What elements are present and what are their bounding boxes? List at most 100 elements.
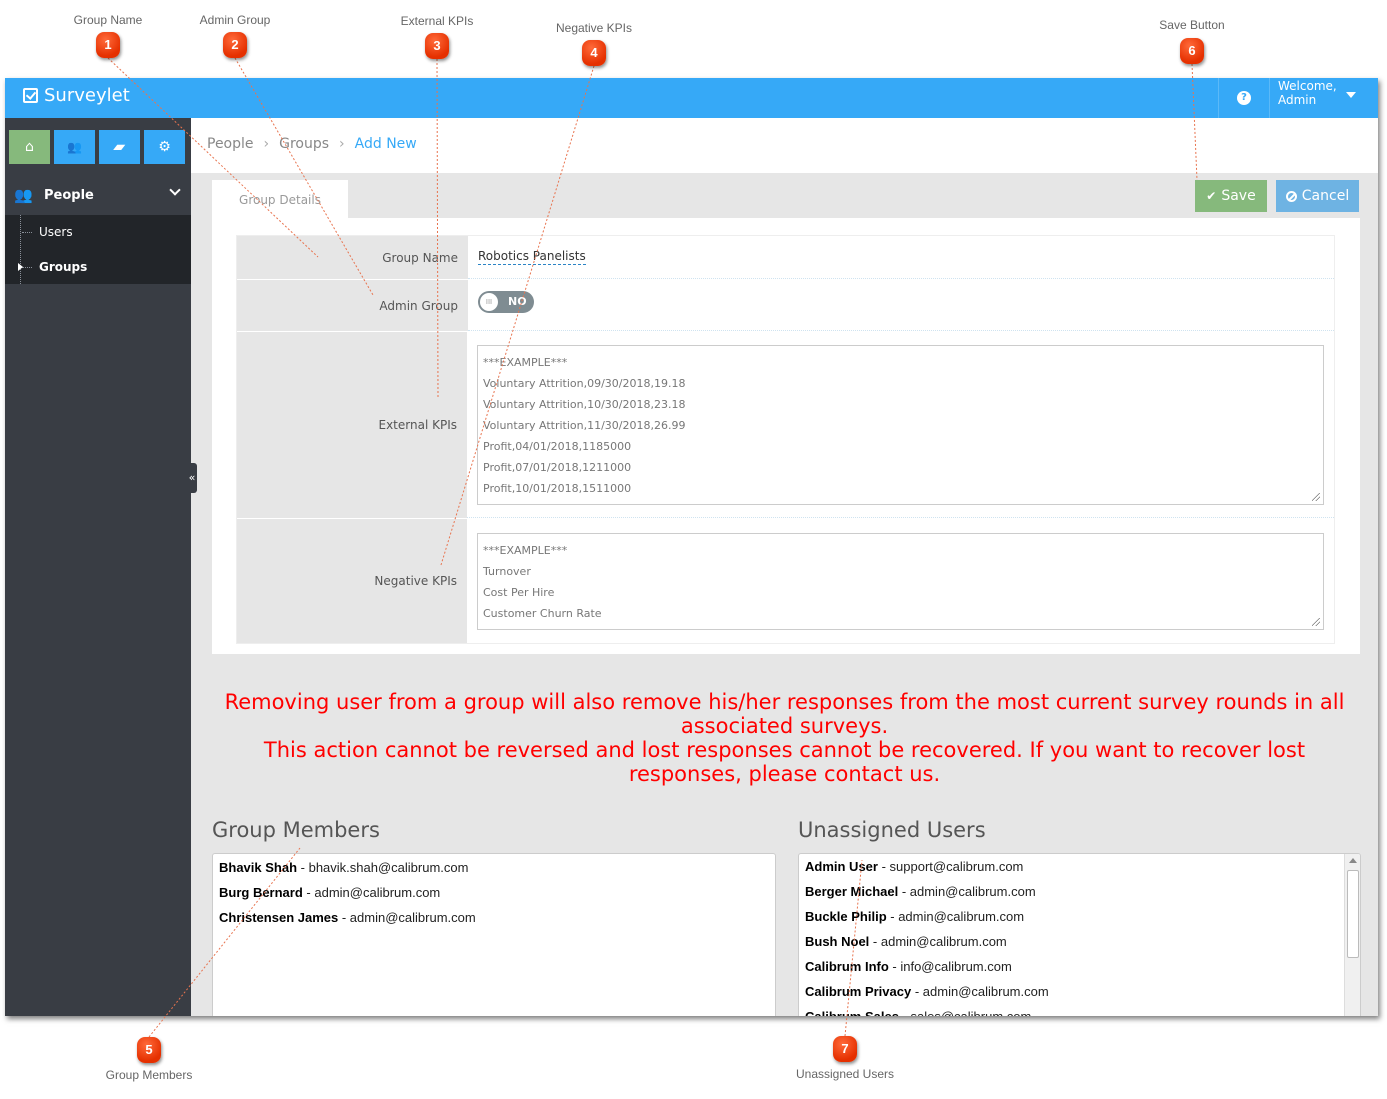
form-row-admin-group: Admin Group III NO	[237, 280, 1334, 332]
list-item[interactable]: Berger Michael - admin@calibrum.com	[799, 879, 1360, 904]
ban-icon	[1285, 190, 1297, 202]
sidebar-item-users[interactable]: Users	[5, 215, 191, 249]
user-name: Burg Bernard	[219, 885, 303, 900]
double-chevron-left-icon: «	[188, 471, 196, 484]
group-name-field[interactable]: Robotics Panelists	[478, 249, 586, 265]
resize-grip-icon[interactable]	[1312, 617, 1320, 626]
resize-grip-icon[interactable]	[1312, 492, 1320, 501]
group-name-label: Group Name	[237, 236, 468, 279]
separator: -	[899, 1009, 911, 1016]
tree-dash	[22, 231, 32, 233]
list-item[interactable]: Calibrum Sales - sales@calibrum.com	[799, 1004, 1360, 1016]
external-kpis-textarea[interactable]: ***EXAMPLE*** Voluntary Attrition,09/30/2…	[477, 344, 1324, 505]
scroll-up-arrow-icon[interactable]	[1349, 858, 1357, 863]
breadcrumb-people[interactable]: People	[207, 136, 254, 152]
callout-label-negative-kpis: Negative KPIs	[555, 21, 633, 35]
breadcrumb-current: Add New	[354, 136, 417, 152]
kpi-line: Turnover	[483, 564, 531, 578]
kpi-line: Voluntary Attrition,09/30/2018,19.18	[483, 376, 686, 390]
separator: -	[302, 885, 315, 900]
list-item[interactable]: Calibrum Info - info@calibrum.com	[799, 954, 1360, 979]
callout-badge-1: 1	[96, 32, 120, 58]
admin-group-cell: III NO	[468, 280, 1334, 331]
user-email: admin@calibrum.com	[314, 885, 441, 900]
callout-badge-3: 3	[425, 33, 449, 59]
sidebar-section-people[interactable]: 👥 People	[5, 176, 191, 214]
checkbox-logo-icon	[23, 88, 38, 103]
callout-badge-6: 6	[1180, 38, 1204, 64]
separator: -	[888, 959, 901, 974]
scrollbar-thumb[interactable]	[1347, 870, 1359, 958]
scrollbar[interactable]	[1344, 854, 1360, 1016]
callout-badge-5: 5	[137, 1037, 161, 1063]
kpi-line: Cost Per Hire	[483, 585, 555, 599]
user-email: admin@calibrum.com	[922, 984, 1049, 999]
external-kpis-lines: ***EXAMPLE*** Voluntary Attrition,09/30/2…	[483, 352, 1318, 499]
list-item[interactable]: Admin User - support@calibrum.com	[799, 854, 1360, 879]
caret-down-icon[interactable]	[1346, 92, 1356, 98]
user-name: Christensen James	[219, 910, 339, 925]
surveys-button[interactable]: ▰	[99, 130, 140, 164]
home-button[interactable]: ⌂	[9, 130, 50, 164]
user-email: bhavik.shah@calibrum.com	[308, 860, 469, 875]
kpi-line: Profit,10/01/2018,1511000	[483, 481, 632, 495]
kpi-line: ***EXAMPLE***	[483, 543, 568, 557]
callout-badge-2: 2	[223, 32, 247, 58]
form-row-negative-kpis: Negative KPIs ***EXAMPLE*** Turnover Cost …	[237, 519, 1334, 643]
kpi-line: Voluntary Attrition,10/30/2018,23.18	[483, 397, 686, 411]
unassigned-users-title: Unassigned Users	[798, 818, 986, 842]
app-name: Surveylet	[44, 85, 130, 106]
breadcrumb-groups[interactable]: Groups	[279, 136, 329, 152]
user-menu[interactable]: Welcome, Admin	[1278, 79, 1337, 107]
group-members-list[interactable]: Bhavik Shah - bhavik.shah@calibrum.com Bu…	[212, 853, 776, 1016]
sidebar: ⌂ 👥 ▰ ⚙ 👥 People Users Groups	[5, 118, 191, 1016]
list-item[interactable]: Bush Noel - admin@calibrum.com	[799, 929, 1360, 954]
list-item[interactable]: Christensen James - admin@calibrum.com	[213, 905, 775, 930]
toggle-knob: III	[480, 293, 498, 311]
negative-kpis-cell: ***EXAMPLE*** Turnover Cost Per Hire Custom…	[467, 519, 1334, 643]
user-email: admin@calibrum.com	[898, 909, 1025, 924]
list-item[interactable]: Calibrum Privacy - admin@calibrum.com	[799, 979, 1360, 1004]
list-item[interactable]: Burg Bernard - admin@calibrum.com	[213, 880, 775, 905]
user-name: Buckle Philip	[805, 909, 887, 924]
user-email: admin@calibrum.com	[909, 884, 1036, 899]
kpi-line: Customer Churn Rate	[483, 606, 602, 620]
group-name-cell: Robotics Panelists	[468, 236, 1334, 279]
callout-label-unassigned-users: Unassigned Users	[795, 1067, 895, 1081]
separator: -	[338, 910, 350, 925]
save-button[interactable]: ✔ Save	[1195, 180, 1267, 212]
negative-kpis-textarea[interactable]: ***EXAMPLE*** Turnover Cost Per Hire Custom…	[477, 532, 1324, 630]
list-item[interactable]: Buckle Philip - admin@calibrum.com	[799, 904, 1360, 929]
help-button[interactable]: ?	[1218, 78, 1270, 118]
tab-group-details[interactable]: Group Details	[212, 180, 348, 218]
callout-label-group-name: Group Name	[73, 13, 143, 27]
admin-group-toggle[interactable]: III NO	[478, 291, 534, 313]
negative-kpis-label: Negative KPIs	[237, 519, 467, 643]
people-button[interactable]: 👥	[54, 130, 95, 164]
callout-label-admin-group: Admin Group	[199, 13, 271, 27]
settings-button[interactable]: ⚙	[144, 130, 185, 164]
toggle-state: NO	[508, 295, 527, 308]
external-kpis-cell: ***EXAMPLE*** Voluntary Attrition,09/30/2…	[467, 332, 1334, 518]
unassigned-users-list[interactable]: Admin User - support@calibrum.com Berger …	[798, 853, 1361, 1016]
cancel-button[interactable]: Cancel	[1276, 180, 1359, 212]
list-item[interactable]: Bhavik Shah - bhavik.shah@calibrum.com	[213, 855, 775, 880]
user-name: Bhavik Shah	[219, 860, 298, 875]
tree-dash	[22, 266, 32, 268]
group-details-panel: Group Name Robotics Panelists Admin Grou…	[212, 218, 1360, 654]
user-email: admin@calibrum.com	[880, 934, 1007, 949]
brand-logo[interactable]: Surveylet	[23, 85, 130, 106]
sidebar-item-groups[interactable]: Groups	[5, 250, 191, 284]
active-arrow-icon	[18, 263, 23, 271]
kpi-line: Profit,04/01/2018,1185000	[483, 439, 632, 453]
callout-label-external-kpis: External KPIs	[400, 14, 474, 28]
separator: -	[869, 934, 881, 949]
sidebar-collapse-button[interactable]: «	[187, 463, 197, 493]
question-circle-icon: ?	[1237, 91, 1251, 105]
warning-line-1: Removing user from a group will also rem…	[224, 690, 1345, 738]
callout-label-group-members: Group Members	[105, 1068, 193, 1082]
user-name: Berger Michael	[805, 884, 899, 899]
user-name: Calibrum Sales	[805, 1009, 899, 1016]
form-row-group-name: Group Name Robotics Panelists	[237, 236, 1334, 280]
gears-icon: ⚙	[158, 139, 171, 155]
